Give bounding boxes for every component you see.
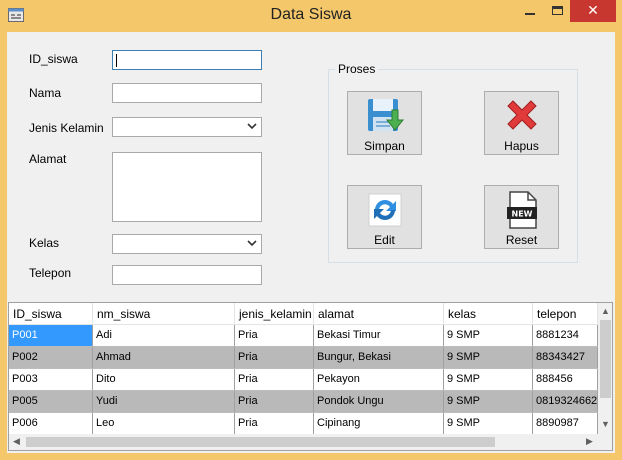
table-row[interactable]: P006 Leo Pria Cipinang 9 SMP 8890987	[9, 413, 598, 435]
table-cell[interactable]: 88343427	[533, 347, 598, 368]
kelas-label: Kelas	[29, 236, 60, 250]
table-cell[interactable]: Pondok Ungu	[314, 391, 444, 412]
table-row[interactable]: P005 Yudi Pria Pondok Ungu 9 SMP 0819324…	[9, 391, 598, 413]
table-cell[interactable]: P003	[9, 369, 93, 390]
jenis-kelamin-select[interactable]	[112, 117, 262, 137]
table-cell[interactable]: 9 SMP	[444, 369, 533, 390]
new-document-icon: NEW	[507, 191, 537, 229]
vertical-scroll-thumb[interactable]	[600, 320, 611, 398]
main-window: Data Siswa ✕ ID_siswa Nama Jenis Kelamin…	[0, 0, 622, 460]
scrollbar-corner	[598, 434, 612, 450]
telepon-input[interactable]	[112, 265, 262, 285]
table-cell[interactable]: Pria	[235, 413, 314, 434]
column-header-id-siswa[interactable]: ID_siswa	[9, 303, 93, 325]
reset-label: Reset	[505, 233, 538, 247]
refresh-icon	[368, 193, 402, 227]
title-bar[interactable]: Data Siswa ✕	[0, 0, 622, 32]
nama-input[interactable]	[112, 83, 262, 103]
table-cell[interactable]: Bekasi Timur	[314, 325, 444, 346]
delete-x-icon	[507, 100, 537, 130]
table-row[interactable]: P001 Adi Pria Bekasi Timur 9 SMP 8881234	[9, 325, 598, 347]
maximize-button[interactable]	[544, 0, 570, 22]
id-siswa-label: ID_siswa	[29, 52, 78, 66]
vertical-scrollbar[interactable]: ▲ ▼	[598, 303, 612, 434]
simpan-button[interactable]: Simpan	[347, 91, 422, 155]
table-cell[interactable]: Leo	[93, 413, 235, 434]
table-cell[interactable]: 9 SMP	[444, 347, 533, 368]
scroll-down-icon[interactable]: ▼	[598, 419, 612, 429]
table-cell[interactable]: Adi	[93, 325, 235, 346]
scroll-left-icon[interactable]: ◀	[9, 436, 24, 447]
reset-button[interactable]: NEW Reset	[484, 185, 559, 249]
hapus-label: Hapus	[504, 139, 539, 153]
save-icon	[368, 99, 405, 131]
siswa-data-grid[interactable]: ID_siswa nm_siswa jenis_kelamin alamat k…	[8, 302, 613, 451]
jenis-kelamin-label: Jenis Kelamin	[29, 121, 104, 135]
table-cell[interactable]: 9 SMP	[444, 391, 533, 412]
table-row[interactable]: P003 Dito Pria Pekayon 9 SMP 888456	[9, 369, 598, 391]
table-cell[interactable]: Pria	[235, 369, 314, 390]
chevron-down-icon	[247, 123, 257, 130]
horizontal-scroll-thumb[interactable]	[26, 437, 495, 447]
table-cell[interactable]: Dito	[93, 369, 235, 390]
table-cell[interactable]: P005	[9, 391, 93, 412]
form-client-area: ID_siswa Nama Jenis Kelamin Alamat Kelas…	[7, 32, 615, 453]
horizontal-scrollbar[interactable]: ◀ ▶	[9, 434, 598, 450]
table-cell[interactable]: Bungur, Bekasi	[314, 347, 444, 368]
new-badge-text: NEW	[512, 210, 533, 219]
column-header-kelas[interactable]: kelas	[444, 303, 533, 325]
edit-button[interactable]: Edit	[347, 185, 422, 249]
hapus-button[interactable]: Hapus	[484, 91, 559, 155]
chevron-down-icon	[247, 240, 257, 247]
table-cell[interactable]: 9 SMP	[444, 325, 533, 346]
table-cell[interactable]: Pekayon	[314, 369, 444, 390]
proses-group-title: Proses	[335, 62, 379, 76]
table-cell[interactable]: 888456	[533, 369, 598, 390]
telepon-label: Telepon	[29, 266, 72, 280]
table-cell[interactable]: Cipinang	[314, 413, 444, 434]
table-cell[interactable]: 9 SMP	[444, 413, 533, 434]
table-cell[interactable]: P002	[9, 347, 93, 368]
table-cell[interactable]: 08193246622	[533, 391, 598, 412]
scroll-up-icon[interactable]: ▲	[598, 306, 612, 316]
column-header-nm-siswa[interactable]: nm_siswa	[93, 303, 235, 325]
close-button[interactable]: ✕	[570, 0, 616, 22]
table-cell[interactable]: 8890987	[533, 413, 598, 434]
minimize-button[interactable]	[516, 0, 544, 22]
table-cell[interactable]: P001	[9, 325, 93, 346]
table-row[interactable]: P002 Ahmad Pria Bungur, Bekasi 9 SMP 883…	[9, 347, 598, 369]
close-icon: ✕	[587, 3, 599, 19]
edit-label: Edit	[374, 233, 395, 247]
nama-label: Nama	[29, 86, 62, 100]
table-cell[interactable]: Pria	[235, 347, 314, 368]
column-header-alamat[interactable]: alamat	[314, 303, 444, 325]
maximize-icon	[552, 6, 563, 15]
table-cell[interactable]: Pria	[235, 391, 314, 412]
simpan-label: Simpan	[364, 139, 405, 153]
alamat-textarea[interactable]	[112, 152, 262, 222]
table-cell[interactable]: Ahmad	[93, 347, 235, 368]
column-header-jenis-kelamin[interactable]: jenis_kelamin	[235, 303, 314, 325]
id-siswa-input[interactable]	[112, 50, 262, 70]
scroll-right-icon[interactable]: ▶	[582, 436, 597, 447]
table-cell[interactable]: 8881234	[533, 325, 598, 346]
kelas-select[interactable]	[112, 234, 262, 254]
minimize-icon	[525, 13, 535, 15]
table-cell[interactable]: P006	[9, 413, 93, 434]
grid-header-row: ID_siswa nm_siswa jenis_kelamin alamat k…	[9, 303, 598, 325]
alamat-label: Alamat	[29, 152, 67, 166]
table-cell[interactable]: Yudi	[93, 391, 235, 412]
column-header-telepon[interactable]: telepon	[533, 303, 598, 325]
text-caret	[116, 54, 117, 67]
table-cell[interactable]: Pria	[235, 325, 314, 346]
